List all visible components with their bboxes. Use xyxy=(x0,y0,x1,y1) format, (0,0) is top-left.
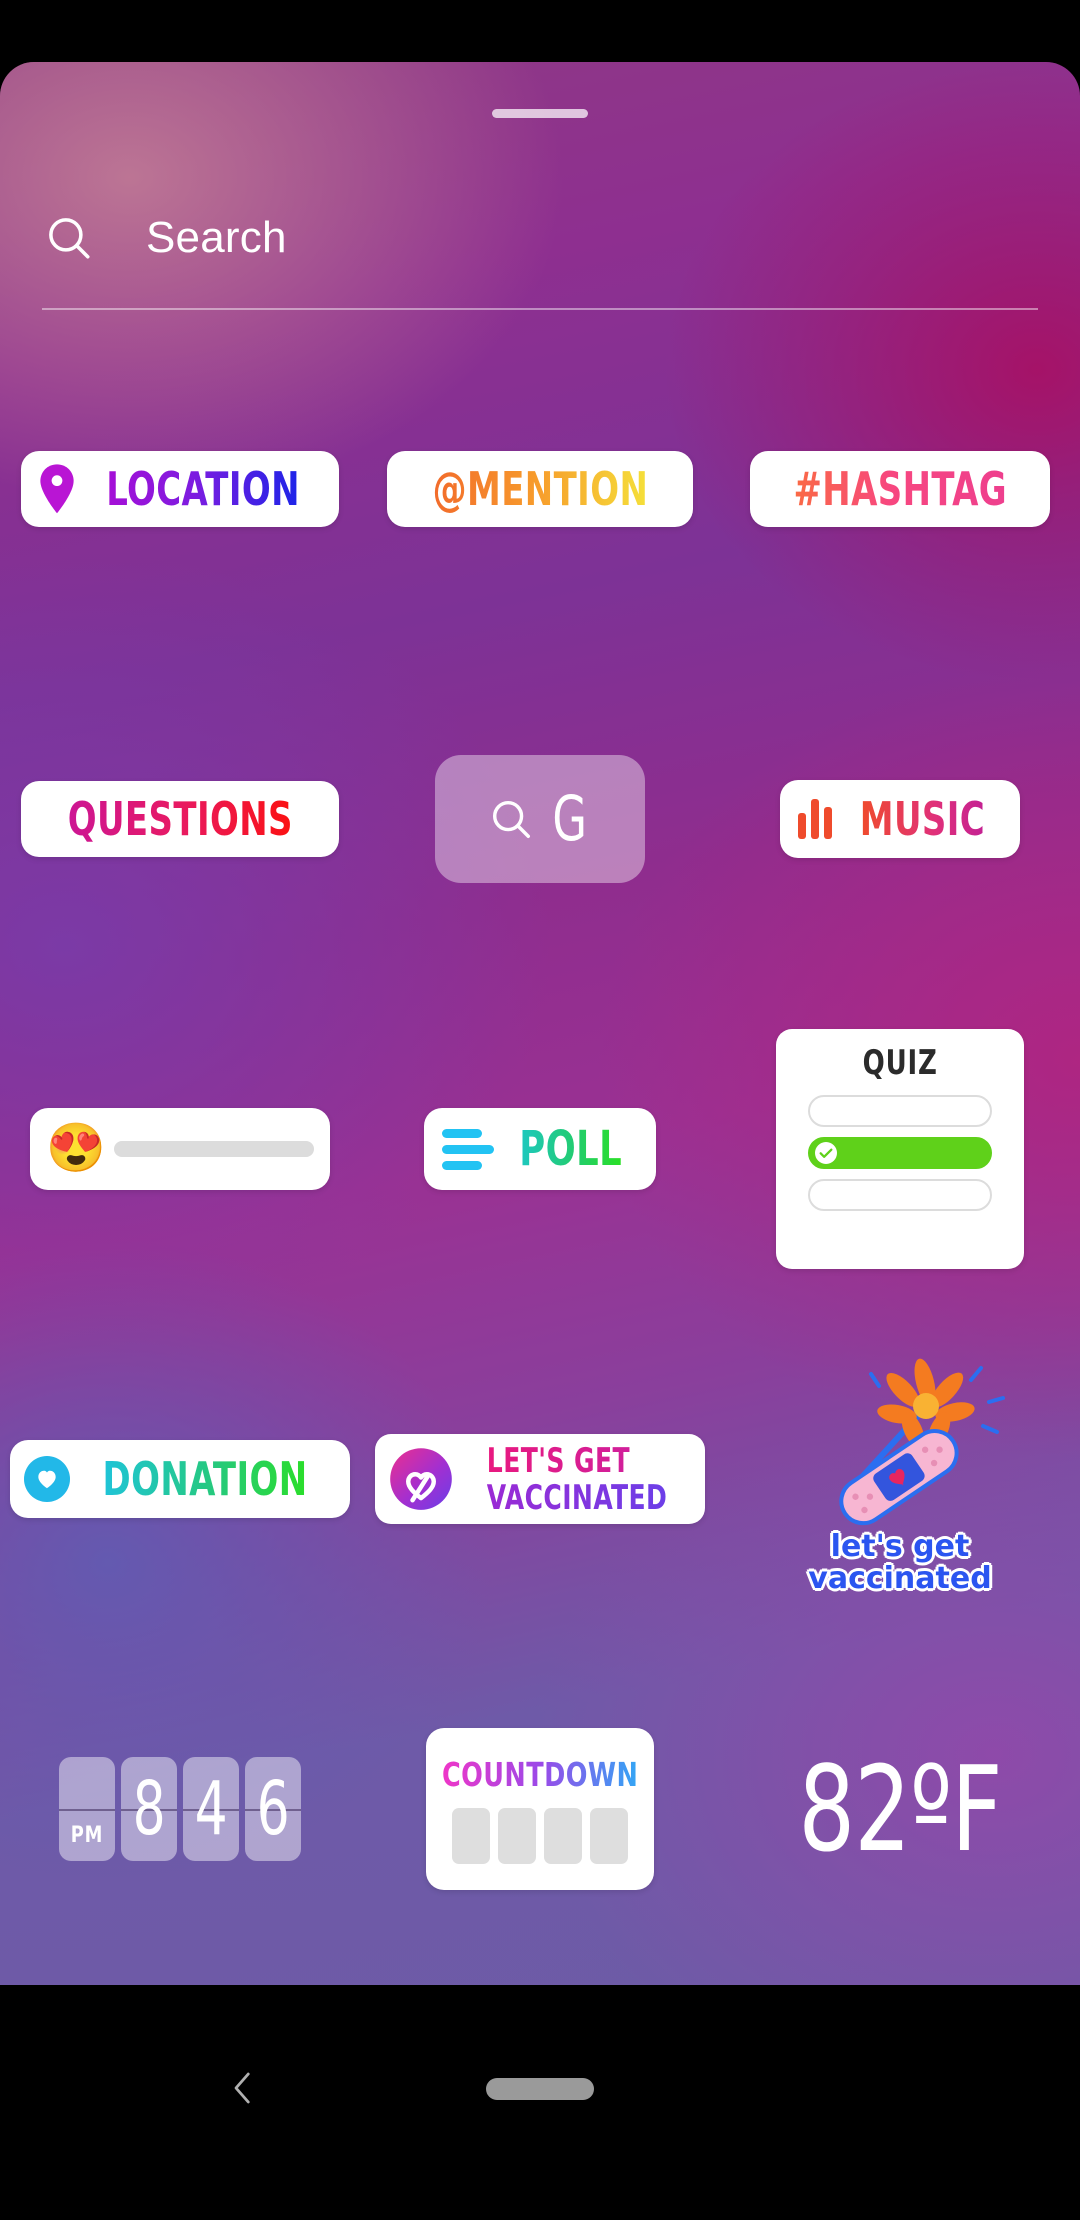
heart-badge-icon xyxy=(23,1456,70,1502)
sticker-quiz[interactable]: QUIZ xyxy=(720,984,1080,1314)
sticker-gif-search[interactable]: G xyxy=(360,654,720,984)
sticker-countdown[interactable]: COUNTDOWN xyxy=(360,1644,720,1974)
sticker-music[interactable]: MUSIC xyxy=(720,654,1080,984)
quiz-option-correct[interactable] xyxy=(808,1137,992,1169)
poll-bars-icon xyxy=(442,1128,495,1170)
status-bar xyxy=(0,0,1080,62)
donation-label: DONATION xyxy=(102,1452,308,1506)
flip-clock[interactable]: PM 8 4 6 xyxy=(59,1757,301,1861)
countdown-card[interactable]: COUNTDOWN xyxy=(426,1728,654,1890)
location-pill[interactable]: LOCATION xyxy=(20,451,340,527)
donation-pill[interactable]: DONATION xyxy=(9,1440,351,1518)
music-label: MUSIC xyxy=(859,792,985,846)
drag-handle[interactable] xyxy=(492,109,588,118)
mention-label: @MENTION xyxy=(432,462,648,516)
sticker-grid: LOCATION @MENTION #HASHTAG QUESTIONS G M… xyxy=(0,324,1080,1974)
emoji-slider-pill[interactable]: 😍 xyxy=(30,1108,330,1190)
sticker-questions[interactable]: QUESTIONS xyxy=(0,654,360,984)
sticker-row: 😍 POLL QUIZ xyxy=(0,984,1080,1314)
sticker-temperature[interactable]: 82ºF xyxy=(720,1644,1080,1974)
vaccinated-art-line2: vaccinated xyxy=(808,1560,992,1596)
poll-label: POLL xyxy=(519,1121,623,1177)
sticker-donation[interactable]: DONATION xyxy=(0,1314,360,1644)
clock-digit-hour: 8 xyxy=(132,1766,166,1852)
android-navigation-bar xyxy=(0,1985,1080,2220)
sticker-clock[interactable]: PM 8 4 6 xyxy=(0,1644,360,1974)
hashtag-label: #HASHTAG xyxy=(793,462,1007,516)
sticker-poll[interactable]: POLL xyxy=(360,984,720,1314)
gif-search-box[interactable]: G xyxy=(435,755,645,883)
clock-digit: 8 xyxy=(121,1757,177,1861)
gif-label: G xyxy=(552,782,588,855)
sticker-row: LOCATION @MENTION #HASHTAG xyxy=(0,324,1080,654)
equalizer-icon xyxy=(797,799,832,839)
questions-pill[interactable]: QUESTIONS xyxy=(20,781,340,857)
sticker-lets-get-vaccinated[interactable]: LET'S GET VACCINATED xyxy=(360,1314,720,1644)
poll-pill[interactable]: POLL xyxy=(424,1108,656,1190)
countdown-digit-boxes xyxy=(452,1807,628,1864)
hashtag-pill[interactable]: #HASHTAG xyxy=(749,451,1051,527)
home-pill-button[interactable] xyxy=(486,2078,594,2100)
sticker-hashtag[interactable]: #HASHTAG xyxy=(720,324,1080,654)
search-bar[interactable]: Search xyxy=(42,201,1038,275)
clock-digit: 6 xyxy=(245,1757,301,1861)
bandage-flower-icon xyxy=(839,1358,1005,1526)
location-label: LOCATION xyxy=(106,462,300,516)
vaccinated-pill[interactable]: LET'S GET VACCINATED xyxy=(374,1434,706,1524)
search-input[interactable]: Search xyxy=(146,213,287,263)
back-chevron-icon[interactable] xyxy=(222,2067,264,2109)
search-icon xyxy=(49,218,90,259)
location-pin-icon xyxy=(40,464,74,514)
search-underline xyxy=(42,308,1038,310)
sticker-row: DONATION LET'S GET VACCINATED let's get … xyxy=(0,1314,1080,1644)
temperature-label: 82ºF xyxy=(798,1740,1002,1878)
bandage-sticker[interactable]: let's get vaccinated xyxy=(775,1358,1025,1594)
clock-ampm: PM xyxy=(59,1757,115,1861)
clock-digit-min-ones: 6 xyxy=(256,1766,290,1852)
mention-pill[interactable]: @MENTION xyxy=(386,451,694,527)
slider-track[interactable] xyxy=(113,1141,314,1157)
sticker-vaccinated-art[interactable]: let's get vaccinated xyxy=(720,1314,1080,1644)
clock-digit: 4 xyxy=(183,1757,239,1861)
ribbon-heart-icon xyxy=(390,1448,452,1510)
quiz-card[interactable]: QUIZ xyxy=(776,1029,1024,1269)
check-icon xyxy=(815,1142,837,1164)
sticker-emoji-slider[interactable]: 😍 xyxy=(0,984,360,1314)
sticker-mention[interactable]: @MENTION xyxy=(360,324,720,654)
sticker-tray-sheet: Search LOCATION @MENTION #HASHTAG QUESTI… xyxy=(0,62,1080,1985)
quiz-option[interactable] xyxy=(808,1179,992,1211)
sticker-row: QUESTIONS G MUSIC xyxy=(0,654,1080,984)
countdown-label: COUNTDOWN xyxy=(441,1754,639,1794)
search-icon xyxy=(493,800,531,838)
heart-eyes-emoji-icon: 😍 xyxy=(46,1122,106,1175)
vaccinated-line1: LET'S GET xyxy=(487,1444,667,1478)
music-pill[interactable]: MUSIC xyxy=(779,780,1021,858)
sticker-row: PM 8 4 6 COUNTDOWN 82ºF xyxy=(0,1644,1080,1974)
sticker-location[interactable]: LOCATION xyxy=(0,324,360,654)
clock-digit-min-tens: 4 xyxy=(194,1766,228,1852)
vaccinated-art-caption: let's get vaccinated xyxy=(808,1531,991,1594)
vaccinated-line2: VACCINATED xyxy=(486,1477,668,1518)
quiz-option[interactable] xyxy=(808,1095,992,1127)
questions-label: QUESTIONS xyxy=(67,792,293,846)
clock-ampm-label: PM xyxy=(70,1823,104,1848)
quiz-label: QUIZ xyxy=(862,1043,938,1083)
